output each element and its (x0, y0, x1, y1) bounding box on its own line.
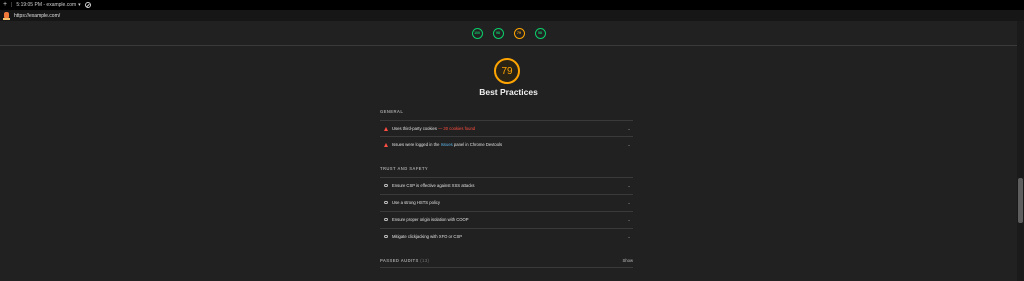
chevron-down-icon[interactable]: ⌄ (625, 142, 633, 147)
issues-link[interactable]: Issues (441, 142, 453, 147)
audit-csp-xss[interactable]: Ensure CSP is effective against XSS atta… (380, 177, 633, 193)
audit-issues-logged[interactable]: Issues were logged in the Issues panel i… (380, 136, 633, 152)
audit-title: Mitigate clickjacking with XFO or CSP (392, 234, 463, 239)
section-label-general: GENERAL (380, 109, 404, 114)
warning-triangle-icon (384, 126, 388, 131)
category-title: Best Practices (479, 87, 538, 97)
lighthouse-logo-icon (3, 11, 10, 20)
audit-title: Issues were logged in the Issues panel i… (392, 142, 503, 147)
circle-icon (384, 200, 388, 205)
score-gauges-header: 100 98 79 58 (0, 21, 1017, 46)
audit-hsts[interactable]: Use a strong HSTS policy ⌄ (380, 194, 633, 210)
browser-top-bar: + | 5:19:05 PM - example.com ▾ (0, 0, 1024, 10)
section-label-trust-safety: TRUST AND SAFETY (380, 166, 429, 171)
gauge-score: 100 (474, 31, 480, 35)
gauge-best-practices[interactable]: 79 (513, 27, 525, 39)
chevron-down-icon[interactable]: ▾ (78, 2, 81, 8)
scrollbar-thumb[interactable] (1018, 178, 1023, 223)
circle-icon (384, 234, 388, 239)
url-bar: https://example.com/ (0, 10, 1024, 21)
divider (380, 267, 633, 268)
tab-title[interactable]: 5:19:05 PM - example.com (16, 2, 76, 8)
gauge-seo[interactable]: 58 (534, 27, 546, 39)
audit-title: Uses third-party cookies — 30 cookies fo… (392, 126, 476, 131)
audit-title: Use a strong HSTS policy (392, 200, 440, 205)
audit-third-party-cookies[interactable]: Uses third-party cookies — 30 cookies fo… (380, 120, 633, 136)
page-url[interactable]: https://example.com/ (14, 13, 60, 19)
circle-icon (384, 183, 388, 188)
audit-title: Ensure proper origin isolation with COOP (392, 217, 469, 222)
circle-icon (384, 217, 388, 222)
category-score: 79 (501, 65, 513, 77)
gauge-score: 58 (538, 31, 542, 35)
passed-audits-count: (13) (420, 257, 430, 263)
audit-clickjacking[interactable]: Mitigate clickjacking with XFO or CSP ⌄ (380, 228, 633, 244)
passed-audits-label: PASSED AUDITS (13) (380, 257, 430, 263)
audit-coop[interactable]: Ensure proper origin isolation with COOP… (380, 211, 633, 227)
block-icon[interactable] (84, 2, 91, 8)
category-score-gauge: 79 (494, 58, 520, 84)
chevron-down-icon[interactable]: ⌄ (625, 217, 633, 222)
gauge-performance[interactable]: 100 (471, 27, 483, 39)
audit-title: Ensure CSP is effective against XSS atta… (392, 183, 475, 188)
warning-triangle-icon (384, 142, 388, 147)
chevron-down-icon[interactable]: ⌄ (625, 200, 633, 205)
passed-audits-header[interactable]: PASSED AUDITS (13) Show (380, 253, 633, 267)
chevron-down-icon[interactable]: ⌄ (625, 126, 633, 131)
show-toggle-button[interactable]: Show (623, 258, 633, 263)
chevron-down-icon[interactable]: ⌄ (625, 183, 633, 188)
gauge-score: 98 (496, 31, 500, 35)
divider: | (11, 2, 13, 8)
chevron-down-icon[interactable]: ⌄ (625, 234, 633, 239)
gauge-accessibility[interactable]: 98 (492, 27, 504, 39)
scrollbar-track[interactable] (1017, 21, 1024, 281)
plus-icon[interactable]: + (3, 0, 7, 10)
audit-warning-detail: — 30 cookies found (436, 126, 476, 131)
gauge-score: 79 (517, 31, 521, 35)
